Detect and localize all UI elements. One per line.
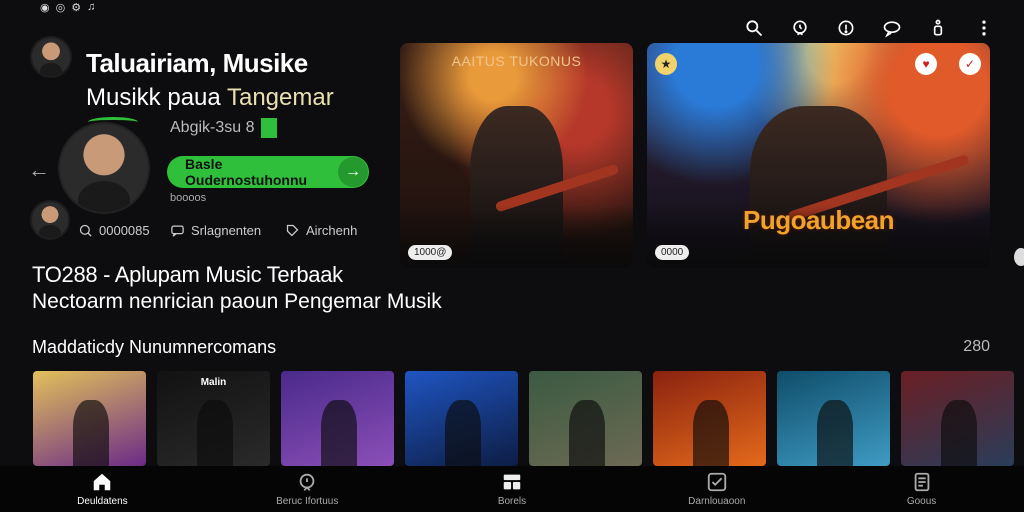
hero-card-title: Pugoaubean (742, 205, 895, 235)
subtitle-plain: Musikk paua (86, 84, 227, 111)
favorite-icon[interactable]: ♥ (915, 53, 937, 75)
album-thumbnail[interactable] (777, 371, 890, 466)
profile-icon (914, 472, 929, 492)
album-thumbnail[interactable] (405, 371, 518, 466)
nav-label: Darnlouaoon (688, 496, 746, 507)
artist-image (72, 399, 109, 466)
home-icon (94, 473, 111, 491)
bottom-navigation: Deuldatens Beruc Ifortuus Borels Darnlou… (0, 466, 1024, 512)
hero-card-title: AAITUS TUKONUS (451, 53, 582, 69)
artist-image (196, 399, 233, 466)
album-thumbnail[interactable] (281, 371, 394, 466)
page-title: Taluairiam, Musike (86, 48, 308, 78)
hero-card-badge: 0000 (655, 245, 690, 260)
avatar[interactable] (30, 36, 72, 78)
album-thumbnail[interactable]: Malin (157, 371, 270, 466)
nav-label: Beruc Ifortuus (276, 496, 339, 507)
camera-icon: ◎ (55, 2, 66, 14)
more-icon[interactable] (972, 16, 996, 40)
section-title: Maddaticdy Nunumnercomans (32, 337, 277, 357)
search-icon (299, 473, 315, 491)
nav-label: Borels (497, 496, 527, 507)
subline-text: Abgik-3su 8 (170, 119, 255, 136)
album-thumbnail[interactable] (33, 371, 146, 466)
album-thumbnail[interactable] (653, 371, 766, 466)
artist-image (320, 399, 357, 466)
nav-home[interactable]: Deuldatens (0, 466, 205, 512)
section-count[interactable]: 280 (963, 338, 990, 356)
whatsapp-icon: ◉ (40, 2, 50, 14)
meta-item[interactable]: Srlagnenten (170, 223, 261, 238)
artist-image (444, 399, 481, 466)
nav-label: Goous (906, 496, 937, 507)
hero-card[interactable]: AAITUS TUKONUS 1000@ (400, 43, 633, 268)
meta-text: Airchenh (306, 223, 358, 238)
library-icon (503, 474, 521, 490)
page-subtitle: Musikk paua Tangemar (86, 84, 334, 112)
status-bar: ◉ ◎ ⚙ ♫ (40, 1, 95, 14)
subline: Abgik-3su 8 (170, 118, 277, 138)
featured-artist-avatar[interactable] (58, 122, 150, 214)
nav-label: Deuldatens (77, 496, 128, 507)
album-thumbnail[interactable] (529, 371, 642, 466)
subtitle-accent: Tangemar (226, 84, 334, 111)
headline-subtitle: Nectoarm nenrician paoun Pengemar Musik (32, 290, 442, 313)
meta-text: 0000085 (99, 223, 150, 238)
cta-caption: boooos (170, 192, 207, 204)
account-icon[interactable] (834, 16, 858, 40)
small-avatar[interactable] (30, 200, 70, 240)
bell-icon[interactable] (788, 16, 812, 40)
arrow-right-icon[interactable]: → (338, 157, 368, 187)
music-icon: ♫ (87, 1, 96, 13)
top-toolbar (742, 16, 996, 40)
search-icon[interactable] (742, 16, 766, 40)
chat-icon[interactable] (880, 16, 904, 40)
artist-image (568, 399, 605, 466)
artist-image (940, 399, 977, 466)
hero-card-badge: 1000@ (408, 245, 453, 260)
hero-card[interactable]: ♥ ✓ ★ Pugoaubean 0000 (647, 43, 990, 268)
check-icon (707, 472, 726, 492)
album-thumbnail[interactable] (901, 371, 1014, 466)
cta-label: Basle Oudernostuhonnu (185, 156, 308, 188)
primary-cta-button[interactable]: Basle Oudernostuhonnu → (167, 156, 369, 188)
back-arrow-icon[interactable]: ← (28, 159, 52, 184)
nav-library[interactable]: Borels (410, 466, 615, 512)
check-icon[interactable]: ✓ (959, 53, 981, 75)
settings-icon: ⚙ (71, 2, 82, 14)
artist-image (692, 399, 729, 466)
logo-icon: ★ (655, 53, 677, 75)
meta-text: Srlagnenten (191, 223, 262, 238)
info-icon[interactable] (926, 16, 950, 40)
nav-profile[interactable]: Goous (819, 466, 1024, 512)
nav-search[interactable]: Beruc Ifortuus (205, 466, 410, 512)
tag-icon (286, 224, 299, 237)
headline-title: TO288 - Aplupam Music Terbaak (32, 262, 343, 287)
meta-item[interactable]: 0000085 (78, 223, 150, 238)
thumbnail-title: Malin (200, 377, 227, 388)
badge-square-icon (260, 118, 277, 138)
chat-icon (171, 225, 184, 237)
nav-downloads[interactable]: Darnlouaoon (614, 466, 819, 512)
scroll-handle[interactable] (1014, 248, 1024, 266)
globe-icon (79, 224, 92, 237)
artist-image (816, 399, 853, 466)
thumbnail-row: Malin (33, 371, 1014, 466)
meta-item[interactable]: Airchenh (285, 223, 357, 238)
